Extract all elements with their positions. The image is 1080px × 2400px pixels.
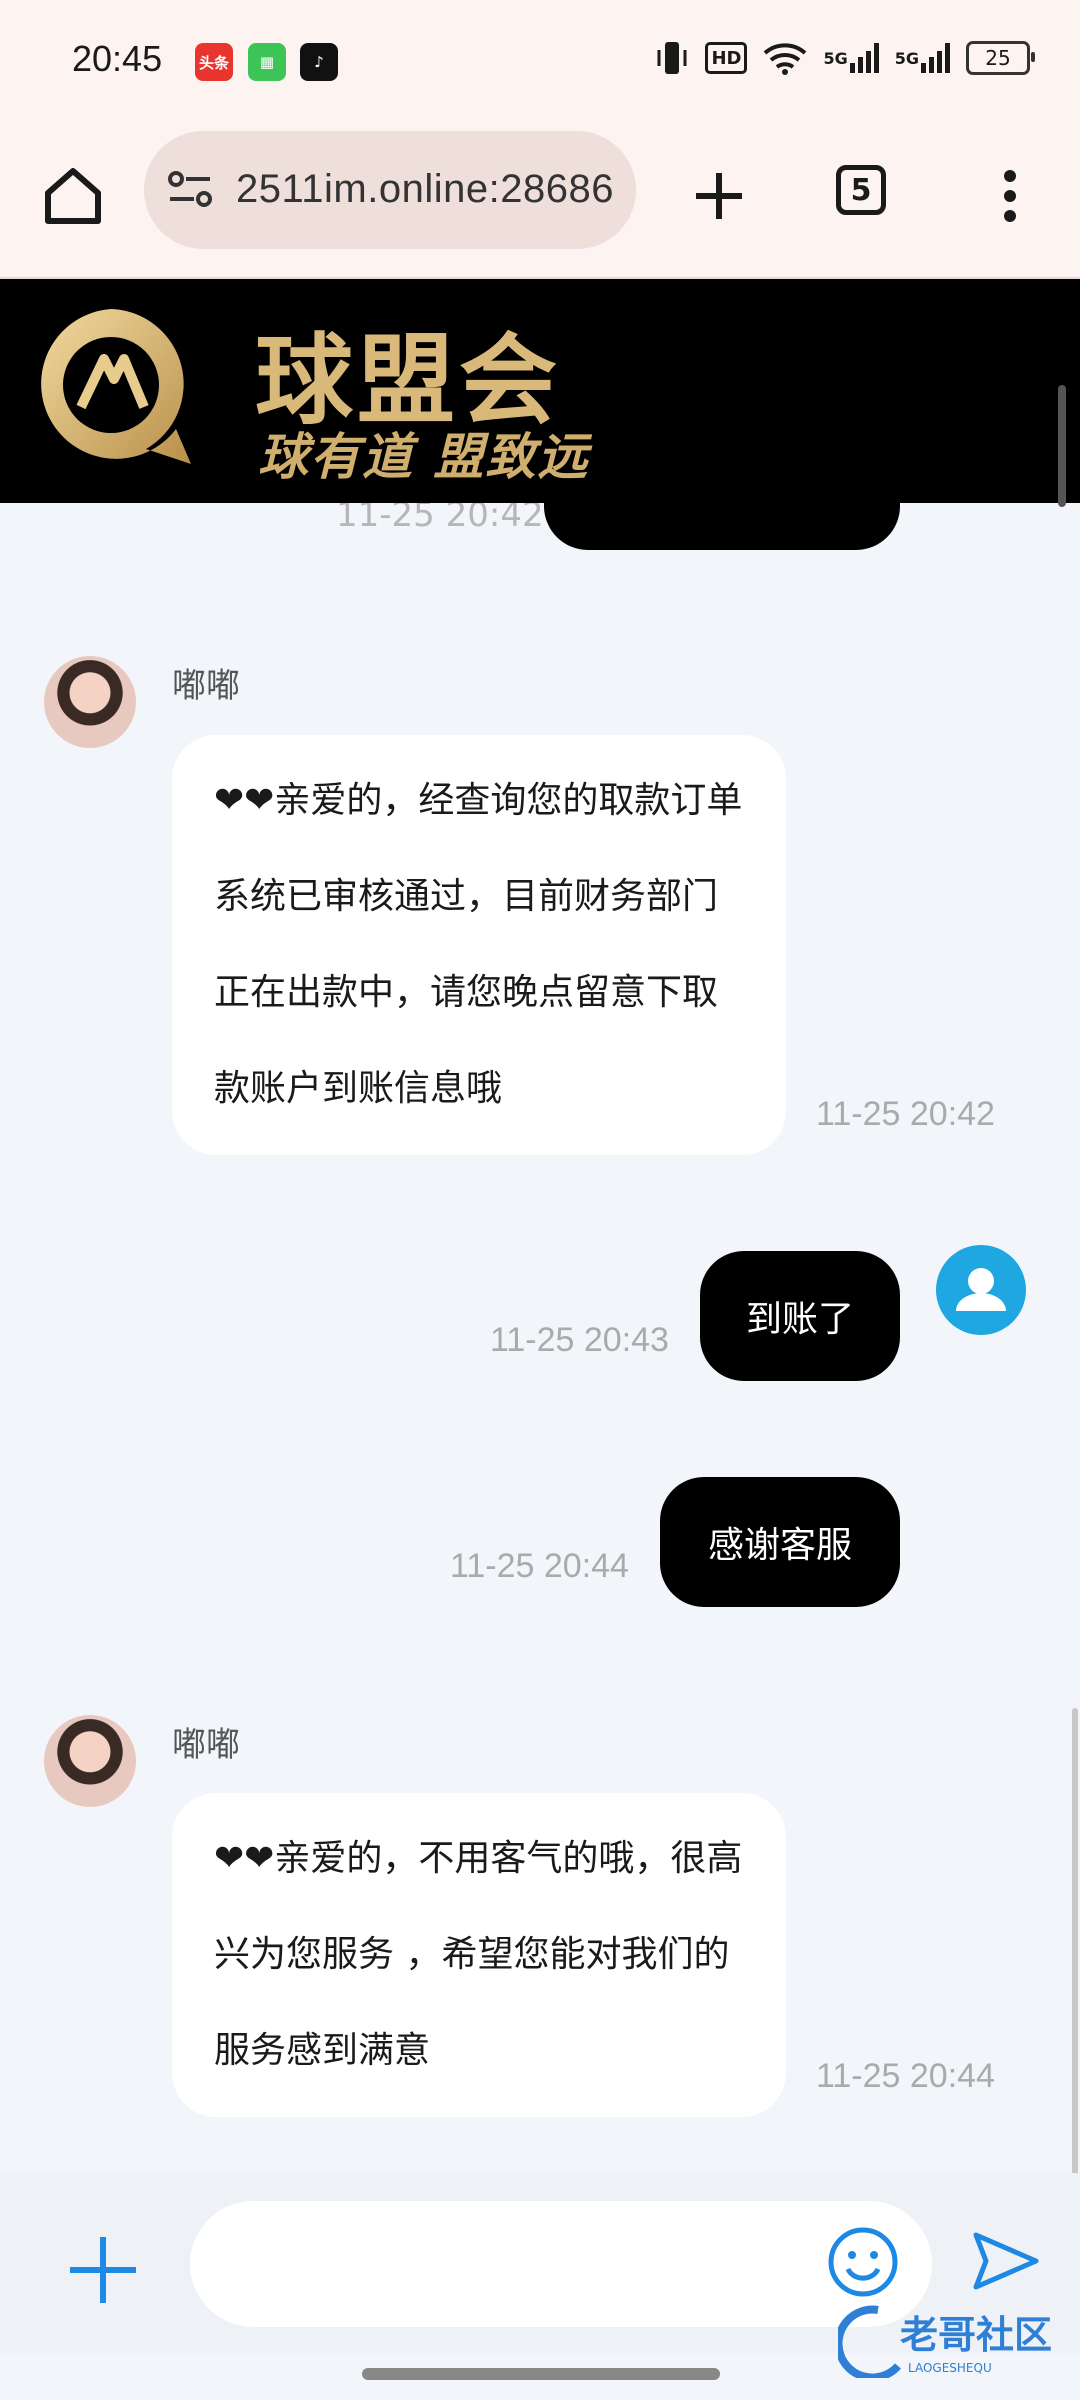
browser-toolbar: 2511im.online:28686 5	[0, 125, 1080, 279]
home-icon	[45, 168, 101, 224]
sender-name: 嘟嘟	[172, 666, 240, 706]
tiktok-app-icon: ♪	[300, 43, 338, 81]
send-icon	[973, 2232, 1039, 2290]
toutiao-app-icon: 头条	[195, 43, 233, 81]
brand-banner: 球盟会 球有道 盟致远	[0, 279, 1080, 503]
brand-logo-icon	[41, 309, 191, 464]
watermark-logo: 老哥社区 LAOGESHEQU	[834, 2300, 1070, 2382]
battery-icon: 25	[966, 41, 1035, 75]
message-time: 11-25 20:42	[816, 1095, 995, 1133]
address-bar[interactable]: 2511im.online:28686	[144, 131, 636, 249]
hd-icon: HD	[705, 42, 748, 74]
url-text[interactable]: 2511im.online:28686	[236, 167, 614, 212]
site-settings-icon[interactable]	[166, 169, 214, 209]
user-avatar[interactable]	[936, 1245, 1026, 1335]
vibrate-icon	[655, 40, 689, 76]
message-time: 11-25 20:44	[450, 1547, 629, 1585]
status-bar: 20:45 头条 ▦ ♪ HD 5G 5G 25	[0, 0, 1080, 125]
home-indicator[interactable]	[362, 2368, 720, 2380]
plus-icon	[70, 2237, 136, 2303]
green-app-icon: ▦	[248, 43, 286, 81]
watermark-icon: 老哥社区 LAOGESHEQU	[834, 2305, 1052, 2382]
tab-switcher-button[interactable]: 5	[836, 165, 886, 215]
more-menu-button[interactable]	[990, 161, 1030, 231]
more-vert-icon	[1004, 170, 1016, 222]
outgoing-message-bubble[interactable]: 感谢客服	[660, 1477, 900, 1607]
chat-scrollbar[interactable]	[1072, 1708, 1078, 2178]
incoming-message-bubble[interactable]: ❤❤亲爱的，不用客气的哦，很高兴为您服务 ，希望您能对我们的服务感到满意	[172, 1793, 786, 2117]
watermark-text: 老哥社区	[900, 2313, 1052, 2357]
brand-slogan: 球有道 盟致远	[258, 428, 590, 486]
chat-thread: 11-25 20:42 嘟嘟 ❤❤亲爱的，经查询您的取款订单系统已审核通过，目前…	[0, 503, 1080, 2173]
send-button[interactable]	[970, 2225, 1042, 2297]
user-icon	[956, 1268, 1006, 1311]
watermark-subtext: LAOGESHEQU	[908, 2361, 992, 2375]
status-time: 20:45	[72, 38, 163, 79]
attach-button[interactable]	[66, 2233, 140, 2307]
smiley-icon	[828, 2227, 898, 2297]
outgoing-bubble-partial	[544, 503, 900, 550]
message-time: 11-25 20:43	[490, 1321, 669, 1359]
message-time: 11-25 20:44	[816, 2057, 995, 2095]
new-tab-button[interactable]	[684, 161, 754, 231]
emoji-button[interactable]	[826, 2225, 900, 2299]
incoming-message-bubble[interactable]: ❤❤亲爱的，经查询您的取款订单系统已审核通过，目前财务部门正在出款中，请您晚点留…	[172, 735, 786, 1155]
status-icons: HD 5G 5G 25	[655, 40, 1035, 76]
message-input[interactable]	[190, 2201, 932, 2327]
wifi-icon	[763, 41, 807, 75]
signal-icon-1: 5G	[823, 43, 879, 73]
sender-name: 嘟嘟	[172, 1725, 240, 1765]
home-button[interactable]	[38, 161, 108, 231]
signal-icon-2: 5G	[895, 43, 950, 73]
page-scrollbar[interactable]	[1058, 385, 1066, 507]
message-time: 11-25 20:42	[336, 503, 544, 535]
agent-avatar[interactable]	[44, 1715, 136, 1807]
outgoing-message-bubble[interactable]: 到账了	[700, 1251, 900, 1381]
agent-avatar[interactable]	[44, 656, 136, 748]
plus-icon	[696, 173, 742, 219]
